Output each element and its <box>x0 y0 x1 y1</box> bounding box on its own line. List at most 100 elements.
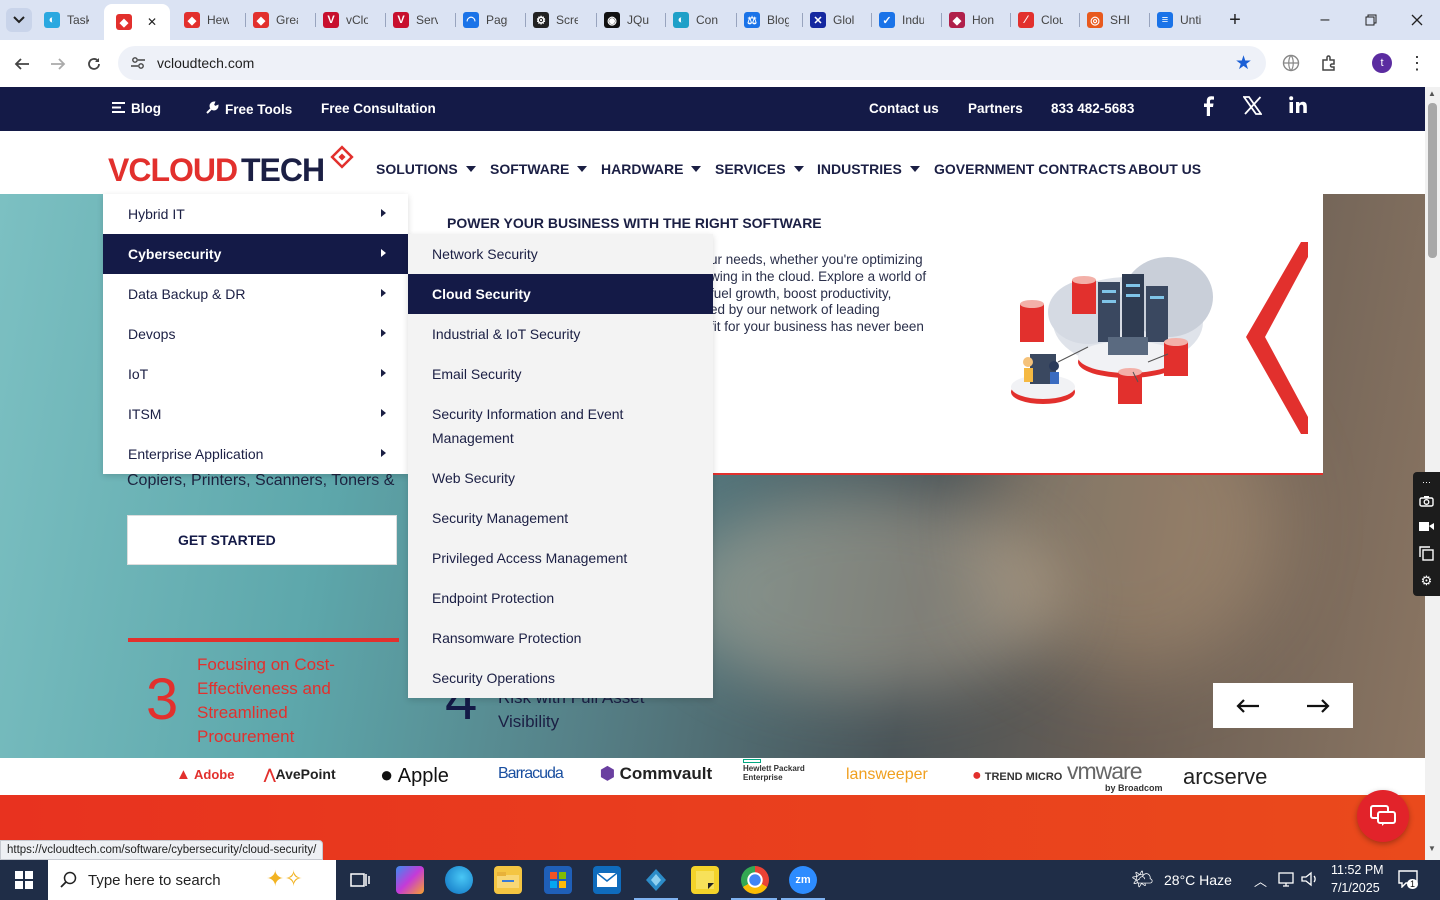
mail-icon[interactable] <box>593 866 621 894</box>
arrow-right-icon[interactable] <box>1283 691 1353 721</box>
tab-search-button[interactable] <box>6 8 32 32</box>
scrollbar-thumb[interactable] <box>1428 103 1437 258</box>
submenu-item-network-security[interactable]: Network Security <box>408 234 713 274</box>
clock-date[interactable]: 7/1/2025 <box>1331 881 1380 895</box>
browser-tab[interactable]: ◉ JQu <box>604 6 662 34</box>
browser-tab[interactable]: ⚙ Scre <box>533 6 591 34</box>
linkedin-icon[interactable] <box>1289 96 1307 120</box>
browser-tab[interactable]: ◆ Hew <box>184 6 242 34</box>
submenu-item-endpoint-protection[interactable]: Endpoint Protection <box>408 578 713 618</box>
browser-tab[interactable]: ⁄ Clou <box>1018 6 1076 34</box>
address-bar[interactable]: vcloudtech.com ★ <box>118 46 1266 80</box>
chrome-browser-icon[interactable] <box>741 866 769 894</box>
nav-software[interactable]: SOFTWARE <box>490 161 588 177</box>
free-tools-link[interactable]: Free Tools <box>205 101 292 118</box>
new-tab-button[interactable]: + <box>1212 0 1258 40</box>
blog-link[interactable]: Blog <box>112 101 161 116</box>
clock-time[interactable]: 11:52 PM <box>1331 863 1384 877</box>
menu-item-hybrid-it[interactable]: Hybrid IT <box>103 194 408 234</box>
submenu-item-industrial-iot-security[interactable]: Industrial & IoT Security <box>408 314 713 354</box>
browser-tab[interactable]: ◐ Con <box>673 6 731 34</box>
site-info-icon[interactable] <box>130 55 146 76</box>
menu-item-enterprise-application[interactable]: Enterprise Application <box>103 434 408 474</box>
video-icon[interactable] <box>1418 518 1435 535</box>
weather-icon[interactable]: 🌤 <box>1131 869 1154 890</box>
menu-kebab-icon[interactable]: ⋮ <box>1406 52 1428 74</box>
submenu-item-cloud-security[interactable]: Cloud Security <box>408 274 713 314</box>
phone-link[interactable]: 833 482-5683 <box>1051 101 1134 116</box>
get-started-button[interactable]: GET STARTED <box>127 515 397 565</box>
submenu-item-privileged-access-management[interactable]: Privileged Access Management <box>408 538 713 578</box>
free-consultation-link[interactable]: Free Consultation <box>321 101 436 116</box>
submenu-item-web-security[interactable]: Web Security <box>408 458 713 498</box>
close-tab-icon[interactable]: ✕ <box>147 15 157 29</box>
browser-tab[interactable]: ≡ Unti <box>1157 6 1215 34</box>
edge-browser-icon[interactable] <box>445 866 473 894</box>
browser-tab[interactable]: ◆✕vClo <box>104 4 170 40</box>
scroll-down-icon[interactable]: ▼ <box>1428 844 1436 853</box>
sticky-notes-icon[interactable] <box>691 866 719 894</box>
copy-icon[interactable] <box>1418 545 1435 562</box>
partners-link[interactable]: Partners <box>968 101 1023 116</box>
facebook-icon[interactable] <box>1202 96 1214 122</box>
menu-item-devops[interactable]: Devops <box>103 314 408 354</box>
more-dots-icon[interactable]: ⋯ <box>1418 474 1435 491</box>
forward-icon[interactable] <box>44 50 72 78</box>
vcloud-tech-logo[interactable]: VCLOUD TECH <box>108 145 358 188</box>
file-explorer-icon[interactable] <box>494 866 522 894</box>
zoom-app-icon[interactable]: zm <box>789 866 817 894</box>
submenu-item-security-management[interactable]: Security Management <box>408 498 713 538</box>
chat-button[interactable] <box>1357 790 1409 842</box>
browser-tab[interactable]: V Serv <box>393 6 451 34</box>
scroll-up-icon[interactable]: ▲ <box>1428 89 1436 98</box>
nav-government-contracts[interactable]: GOVERNMENT CONTRACTS <box>934 161 1126 177</box>
close-window-icon[interactable] <box>1394 0 1440 40</box>
nav-services[interactable]: SERVICES <box>715 161 804 177</box>
browser-tab[interactable]: ✓ Indu <box>879 6 937 34</box>
translate-icon[interactable] <box>1280 52 1302 74</box>
browser-tab[interactable]: ◠ Page <box>463 6 521 34</box>
menu-item-cybersecurity[interactable]: Cybersecurity <box>103 234 408 274</box>
minimize-icon[interactable]: – <box>1302 0 1348 40</box>
browser-tab[interactable]: ✕ Glol <box>810 6 868 34</box>
browser-tab[interactable]: ◆ Grea <box>253 6 311 34</box>
submenu-item-security-information-and-event-management[interactable]: Security Information and Event Managemen… <box>408 394 713 458</box>
microsoft-store-icon[interactable] <box>544 866 572 894</box>
settings-gear-icon[interactable]: ⚙ <box>1418 572 1435 589</box>
nav-solutions[interactable]: SOLUTIONS <box>376 161 476 177</box>
submenu-item-email-security[interactable]: Email Security <box>408 354 713 394</box>
nav-hardware[interactable]: HARDWARE <box>601 161 702 177</box>
windows-start-button[interactable] <box>0 860 48 900</box>
x-twitter-icon[interactable] <box>1242 96 1263 121</box>
menu-item-data-backup-dr[interactable]: Data Backup & DR <box>103 274 408 314</box>
browser-tab[interactable]: VvClo <box>323 6 381 34</box>
contact-link[interactable]: Contact us <box>869 101 939 116</box>
taskbar-search-box[interactable]: Type here to search ✦✧ <box>48 860 336 900</box>
reload-icon[interactable] <box>80 50 108 78</box>
submenu-item-security-operations[interactable]: Security Operations <box>408 658 713 698</box>
arrow-left-icon[interactable] <box>1213 691 1283 721</box>
back-icon[interactable] <box>8 50 36 78</box>
volume-icon[interactable] <box>1301 871 1319 890</box>
profile-avatar[interactable]: t <box>1372 53 1392 73</box>
camera-icon[interactable] <box>1418 492 1435 509</box>
restore-icon[interactable] <box>1348 0 1394 40</box>
browser-tab[interactable]: ◎ SHI <box>1087 6 1145 34</box>
browser-tab[interactable]: ◆ Hon <box>949 6 1007 34</box>
browser-tab[interactable]: ◐ Task <box>44 6 102 34</box>
network-icon[interactable] <box>1278 871 1296 890</box>
copilot-app-icon[interactable] <box>396 866 424 894</box>
app-diamond-icon[interactable] <box>642 866 670 894</box>
nav-industries[interactable]: INDUSTRIES <box>817 161 920 177</box>
browser-tab[interactable]: ⚖ Blog <box>744 6 802 34</box>
nav-about-us[interactable]: ABOUT US <box>1128 161 1201 177</box>
bookmark-star-icon[interactable]: ★ <box>1235 52 1252 75</box>
submenu-item-ransomware-protection[interactable]: Ransomware Protection <box>408 618 713 658</box>
extensions-icon[interactable] <box>1318 52 1340 74</box>
weather-text[interactable]: 28°C Haze <box>1164 872 1232 888</box>
url-text[interactable]: vcloudtech.com <box>157 55 254 71</box>
task-view-icon[interactable] <box>346 866 374 894</box>
menu-item-iot[interactable]: IoT <box>103 354 408 394</box>
menu-item-itsm[interactable]: ITSM <box>103 394 408 434</box>
show-hidden-icons-icon[interactable]: ︿ <box>1254 871 1267 890</box>
